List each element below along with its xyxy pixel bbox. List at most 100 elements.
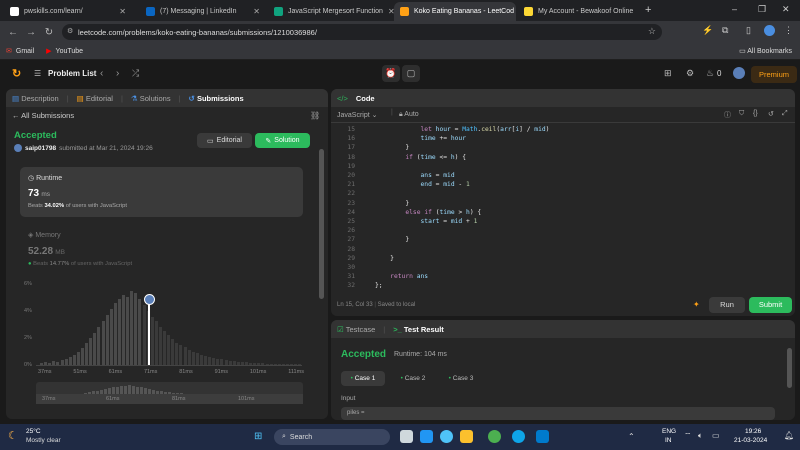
range-ticks: 37ms 61ms 81ms 101ms (36, 394, 303, 404)
url-field[interactable]: ⚙ leetcode.com/problems/koko-eating-bana… (62, 24, 662, 40)
fullscreen-icon[interactable]: ⤢ (782, 110, 788, 118)
bookmark-icon[interactable]: ⛉ (739, 110, 744, 118)
your-runtime-marker (148, 301, 150, 365)
settings-gear-icon[interactable]: ⚙ (686, 68, 694, 79)
sidepanel-icon[interactable]: ▯ (746, 25, 751, 36)
leetcode-logo-icon[interactable]: ↻ (12, 67, 21, 80)
notes-icon[interactable]: ▢ (402, 65, 420, 82)
windows-start-icon[interactable]: ⊞ (254, 431, 262, 442)
tab-test-result[interactable]: >_ Test Result (393, 325, 444, 334)
menu-icon[interactable]: ⋮ (784, 25, 793, 36)
window-close-icon[interactable]: ✕ (782, 4, 790, 15)
minimize-icon[interactable]: – (732, 4, 737, 14)
tab-testcase[interactable]: ☑ Testcase (337, 325, 375, 334)
all-submissions-link[interactable]: ← All Submissions (12, 111, 74, 120)
solution-button[interactable]: ✎ Solution (255, 133, 310, 148)
braces-icon[interactable]: {} (753, 110, 758, 117)
histogram-bar (224, 360, 228, 365)
language-indicator-1[interactable]: ENG (662, 428, 676, 435)
next-problem-icon[interactable]: › (116, 68, 119, 79)
y-tick-label: 6% (24, 281, 32, 287)
info-icon[interactable]: ⓘ (724, 110, 731, 120)
memory-icon: ◈ (28, 232, 34, 239)
magic-icon[interactable]: ✦ (693, 300, 700, 309)
browser-tab-active[interactable]: Koko Eating Bananas - LeetCod ✕ (394, 2, 516, 21)
weather-temp[interactable]: 25°C (26, 428, 41, 435)
tab-editorial[interactable]: ▤ Editorial (77, 94, 113, 103)
editor-toolbar: JavaScript ⌄ | 🔒︎ Auto ⓘ ⛉ {} ↺ ⤢ (331, 107, 795, 123)
edge-icon[interactable] (512, 430, 525, 443)
histogram-bar (249, 363, 253, 365)
memory-header[interactable]: ◈ Memory (28, 231, 61, 239)
back-icon[interactable]: ← (4, 27, 22, 38)
profile-avatar[interactable] (764, 25, 775, 36)
clock-date[interactable]: 21-03-2024 (734, 437, 767, 444)
notification-icon[interactable]: 🔔︎ (784, 431, 794, 440)
zoom-icon[interactable] (420, 430, 433, 443)
code-editor[interactable]: 15 let hour = Math.ceil(arr[i] / mid) 16 … (331, 125, 795, 291)
extensions-icon[interactable]: ⧉ (722, 25, 728, 36)
language-indicator-2[interactable]: IN (665, 437, 672, 444)
reload-icon[interactable]: ↻ (40, 27, 58, 38)
link-icon[interactable]: ⛓ (310, 111, 320, 120)
scrollbar[interactable] (319, 149, 324, 299)
scrollbar[interactable] (787, 348, 792, 388)
site-info-icon[interactable]: ⚙ (67, 27, 73, 35)
shuffle-icon[interactable]: ⤮ (132, 68, 139, 79)
line-number: 23 (347, 199, 355, 207)
close-icon[interactable]: ✕ (119, 7, 126, 16)
submit-button[interactable]: Submit (749, 297, 792, 313)
histogram-bar (269, 364, 273, 365)
browser-tab[interactable]: pwskills.com/learn/ ✕ (4, 2, 132, 21)
case-tab-1[interactable]: • Case 1 (341, 371, 385, 386)
case-tab-2[interactable]: • Case 2 (391, 371, 435, 386)
forward-icon[interactable]: → (22, 27, 40, 38)
prev-problem-icon[interactable]: ‹ (100, 68, 103, 79)
timer-icon[interactable]: ⏰ (382, 65, 400, 82)
close-icon[interactable]: ✕ (253, 7, 260, 16)
language-select[interactable]: JavaScript ⌄ (337, 111, 378, 119)
volume-icon[interactable]: 🔈︎ (698, 431, 703, 441)
task-view-icon[interactable] (400, 430, 413, 443)
vscode-icon[interactable] (536, 430, 549, 443)
tab-test-result-label: Test Result (403, 324, 444, 334)
editorial-button[interactable]: ▭ Editorial (197, 133, 252, 148)
chevron-up-icon[interactable]: ⌃ (628, 432, 635, 441)
battery-icon[interactable]: ▭ (712, 431, 720, 440)
user-avatar[interactable] (733, 67, 745, 79)
new-tab-icon[interactable]: + (645, 4, 651, 16)
username[interactable]: saip01798 (25, 145, 56, 152)
tab-submissions[interactable]: ↺ Submissions (189, 94, 244, 103)
bookmark-gmail[interactable]: Gmail (16, 48, 34, 55)
wifi-icon[interactable]: ⌔ (684, 431, 692, 441)
bookmark-star-icon[interactable]: ☆ (648, 26, 656, 37)
run-button[interactable]: Run (709, 297, 745, 313)
problem-list-link[interactable]: Problem List (48, 69, 96, 78)
tab-solutions[interactable]: ⚗ Solutions (131, 94, 171, 103)
auto-toggle[interactable]: 🔒︎ Auto (399, 111, 419, 119)
reset-icon[interactable]: ↺ (768, 110, 774, 118)
runtime-card[interactable]: ◷ Runtime 73 ms Beats 34.02% of users wi… (20, 167, 303, 217)
taskbar-search[interactable]: ⌕ Search (274, 429, 390, 445)
browser-tab[interactable]: (7) Messaging | LinkedIn ✕ (140, 2, 266, 21)
all-bookmarks[interactable]: ▭ All Bookmarks (739, 47, 792, 55)
file-explorer-icon[interactable] (460, 430, 473, 443)
bookmark-youtube[interactable]: YouTube (56, 48, 84, 55)
tab-description[interactable]: ▤ Description (12, 94, 59, 103)
clock-time[interactable]: 19:26 (745, 428, 761, 435)
extension-icon[interactable]: ⚡ (702, 25, 713, 36)
app-icon[interactable] (440, 430, 453, 443)
code-line: 17 } (331, 143, 795, 152)
browser-tab[interactable]: JavaScript Mergesort Function ✕ (268, 2, 394, 21)
range-selector[interactable]: 37ms 61ms 81ms 101ms (36, 382, 303, 404)
browser-tab[interactable]: My Account - Bewakoof Online ✕ (518, 2, 638, 21)
case-tab-3[interactable]: • Case 3 (439, 371, 483, 386)
gmail-icon: ✉ (6, 48, 12, 55)
premium-button[interactable]: Premium (751, 66, 798, 83)
code-text: } (375, 254, 394, 262)
layout-icon[interactable]: ⊞ (664, 68, 672, 79)
runtime-distribution-chart[interactable]: 6% 4% 2% 0% 37ms 51ms 61ms 71ms 81ms 91m… (20, 275, 310, 379)
weather-desc[interactable]: Mostly clear (26, 437, 61, 444)
maximize-icon[interactable]: ❐ (758, 4, 766, 15)
chrome-icon[interactable] (488, 430, 501, 443)
